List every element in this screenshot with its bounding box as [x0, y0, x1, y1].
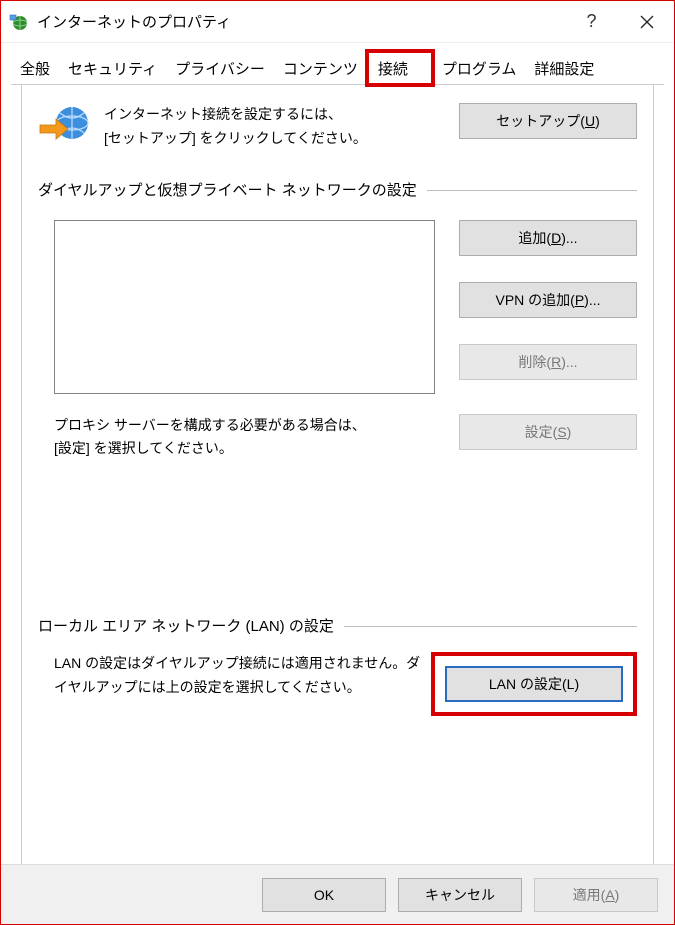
proxy-line1: プロキシ サーバーを構成する必要がある場合は、	[54, 414, 435, 438]
titlebar: インターネットのプロパティ ?	[1, 1, 674, 43]
apply-button-label-end: )	[615, 887, 620, 903]
vpn-button-key: P	[575, 292, 584, 308]
tab-privacy[interactable]: プライバシー	[166, 51, 274, 85]
vpn-button-label: VPN の追加(	[495, 290, 574, 310]
lan-button-label: LAN の設定(	[489, 674, 567, 694]
tab-content[interactable]: コンテンツ	[274, 51, 367, 85]
proxy-row: プロキシ サーバーを構成する必要がある場合は、 [設定] を選択してください。 …	[38, 414, 637, 462]
lan-button-key: L	[567, 676, 575, 692]
dialup-group-title: ダイヤルアップと仮想プライベート ネットワークの設定	[38, 179, 417, 200]
remove-button-label: 削除(	[518, 352, 551, 372]
dialup-group-head: ダイヤルアップと仮想プライベート ネットワークの設定	[38, 179, 637, 200]
bottom-bar: OK キャンセル 適用(A)	[1, 864, 674, 924]
setup-button[interactable]: セットアップ(U)	[459, 103, 637, 139]
lan-button-highlight: LAN の設定(L)	[431, 652, 637, 716]
intro-line2: [セットアップ] をクリックしてください。	[104, 127, 445, 151]
cancel-button[interactable]: キャンセル	[398, 878, 522, 912]
dialup-group: ダイヤルアップと仮想プライベート ネットワークの設定 追加(D)... VPN …	[38, 179, 637, 462]
remove-button: 削除(R)...	[459, 344, 637, 380]
close-button[interactable]	[619, 1, 674, 42]
dialup-listbox[interactable]	[54, 220, 435, 394]
tab-general[interactable]: 全般	[11, 51, 59, 85]
lan-group-head: ローカル エリア ネットワーク (LAN) の設定	[38, 615, 637, 636]
proxy-text: プロキシ サーバーを構成する必要がある場合は、 [設定] を選択してください。	[54, 414, 435, 462]
lan-text: LAN の設定はダイヤルアップ接続には適用されません。ダイヤルアップには上の設定…	[54, 652, 421, 700]
apply-button-key: A	[605, 887, 614, 903]
proxy-line2: [設定] を選択してください。	[54, 437, 435, 461]
remove-button-key: R	[551, 354, 561, 370]
add-button-key: D	[551, 230, 561, 246]
dial-settings-label-end: )	[567, 424, 572, 440]
apply-button: 適用(A)	[534, 878, 658, 912]
add-vpn-button[interactable]: VPN の追加(P)...	[459, 282, 637, 318]
lan-group-title: ローカル エリア ネットワーク (LAN) の設定	[38, 615, 334, 636]
help-button[interactable]: ?	[564, 1, 619, 42]
intro-row: インターネット接続を設定するには、 [セットアップ] をクリックしてください。 …	[38, 103, 637, 151]
divider	[427, 190, 637, 191]
dial-settings-button: 設定(S)	[459, 414, 637, 450]
lan-button-label-end: )	[574, 676, 579, 692]
connections-panel: インターネット接続を設定するには、 [セットアップ] をクリックしてください。 …	[21, 85, 654, 880]
intro-line1: インターネット接続を設定するには、	[104, 103, 445, 127]
dialup-row: 追加(D)... VPN の追加(P)... 削除(R)...	[38, 220, 637, 394]
tab-advanced[interactable]: 詳細設定	[525, 51, 603, 85]
setup-button-label-end: )	[595, 113, 600, 129]
dial-settings-key: S	[557, 424, 566, 440]
add-button-label-end: )...	[561, 230, 577, 246]
lan-row: LAN の設定はダイヤルアップ接続には適用されません。ダイヤルアップには上の設定…	[38, 652, 637, 716]
add-button[interactable]: 追加(D)...	[459, 220, 637, 256]
window-title: インターネットのプロパティ	[37, 11, 564, 32]
tab-programs[interactable]: プログラム	[433, 51, 526, 85]
globe-arrow-icon	[38, 103, 90, 147]
lan-group: ローカル エリア ネットワーク (LAN) の設定 LAN の設定はダイヤルアッ…	[38, 615, 637, 716]
lan-settings-button[interactable]: LAN の設定(L)	[445, 666, 623, 702]
vpn-button-label-end: )...	[584, 292, 600, 308]
divider	[344, 626, 637, 627]
tabs-wrap: 全般 セキュリティ プライバシー コンテンツ 接続 プログラム 詳細設定 インタ…	[1, 43, 674, 880]
setup-button-label: セットアップ(	[496, 111, 585, 131]
ok-button[interactable]: OK	[262, 878, 386, 912]
tabs: 全般 セキュリティ プライバシー コンテンツ 接続 プログラム 詳細設定	[11, 51, 664, 85]
tab-security[interactable]: セキュリティ	[59, 51, 166, 85]
tab-connections[interactable]: 接続	[367, 51, 433, 85]
add-button-label: 追加(	[518, 228, 551, 248]
dialup-buttons: 追加(D)... VPN の追加(P)... 削除(R)...	[459, 220, 637, 380]
dial-settings-label: 設定(	[525, 422, 558, 442]
setup-button-key: U	[585, 113, 595, 129]
window-controls: ?	[564, 1, 674, 42]
intro-text: インターネット接続を設定するには、 [セットアップ] をクリックしてください。	[104, 103, 445, 151]
apply-button-label: 適用(	[573, 885, 606, 905]
remove-button-label-end: )...	[561, 354, 577, 370]
internet-options-icon	[9, 12, 29, 32]
